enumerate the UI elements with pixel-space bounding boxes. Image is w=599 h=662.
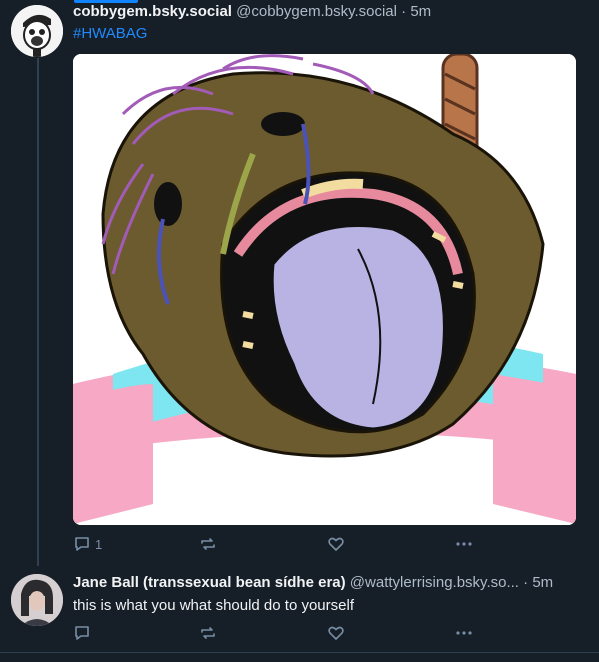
post-text: this is what you what should do to yours… (73, 597, 354, 614)
avatar-cartoon-image (11, 5, 63, 57)
reply-button[interactable]: 1 (73, 535, 102, 553)
post-header: Jane Ball (transsexual bean sídhe era) @… (73, 573, 553, 593)
repost-icon (201, 627, 215, 639)
repost-button[interactable] (199, 535, 221, 553)
reply-icon (75, 537, 89, 551)
more-icon (456, 631, 472, 635)
avatar[interactable] (11, 5, 63, 57)
like-icon (328, 626, 344, 640)
more-options-button[interactable] (454, 535, 474, 553)
reply-button[interactable] (73, 624, 95, 642)
timestamp[interactable]: 5m (410, 3, 431, 20)
post-actions: 1 (73, 535, 473, 555)
avatar-photo-image (11, 574, 63, 626)
embedded-image[interactable] (73, 54, 576, 525)
timestamp-separator: · (523, 574, 529, 591)
repost-icon (201, 538, 215, 550)
reply-icon (75, 626, 89, 640)
display-name[interactable]: Jane Ball (transsexual bean sídhe era) (73, 574, 346, 591)
reply-count: 1 (95, 536, 103, 552)
more-options-button[interactable] (454, 624, 474, 642)
avatar[interactable] (11, 574, 63, 626)
timestamp-separator: · (401, 3, 407, 20)
more-icon (456, 542, 472, 546)
post-header: cobbygem.bsky.social @cobbygem.bsky.soci… (73, 2, 431, 22)
handle[interactable]: @wattylerrising.bsky.so... (350, 574, 519, 591)
like-icon (328, 537, 344, 551)
like-button[interactable] (327, 624, 349, 642)
wojak-drawing-image (73, 54, 576, 525)
post-jane-ball[interactable]: Jane Ball (transsexual bean sídhe era) @… (0, 566, 599, 656)
timestamp[interactable]: 5m (532, 574, 553, 591)
handle[interactable]: @cobbygem.bsky.social (236, 3, 397, 20)
like-button[interactable] (327, 535, 349, 553)
post-actions (73, 624, 473, 644)
repost-button[interactable] (199, 624, 221, 642)
post-cobbygem[interactable]: cobbygem.bsky.social @cobbygem.bsky.soci… (0, 0, 599, 560)
divider (0, 652, 599, 653)
hashtag-link[interactable]: #HWABAG (73, 24, 147, 44)
display-name[interactable]: cobbygem.bsky.social (73, 3, 232, 20)
